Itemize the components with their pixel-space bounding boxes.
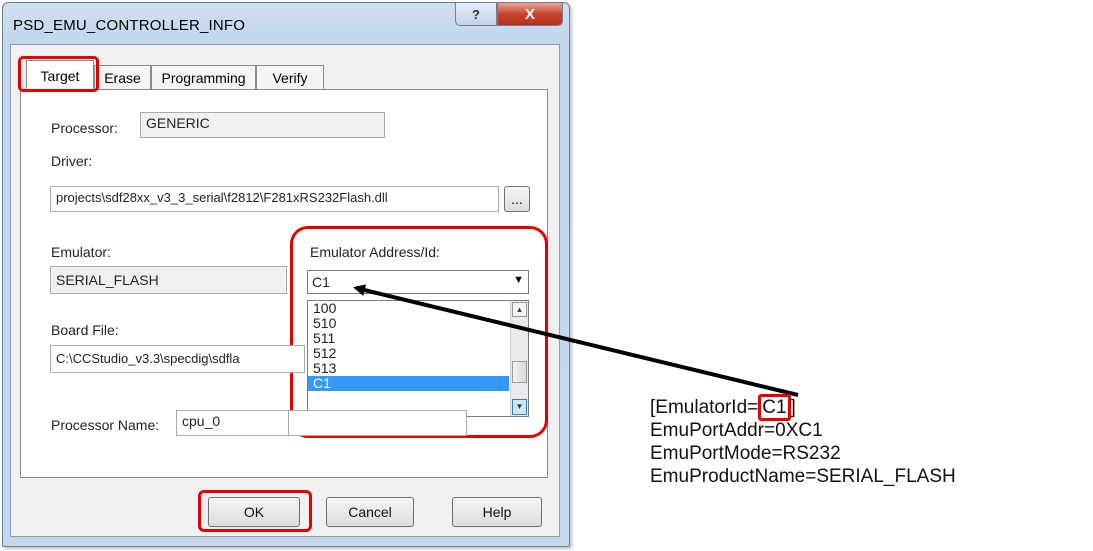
annotation-emulator-id: C1: [758, 394, 791, 421]
annotation-text: [EmulatorId= C1] EmuPortAddr=0XC1 EmuPort…: [650, 394, 956, 488]
annotation-line-3: EmuPortMode=RS232: [650, 443, 841, 464]
annotation-line-4: EmuProductName=SERIAL_FLASH: [650, 466, 956, 487]
tab-target-highlight: [18, 56, 99, 92]
annotation-suffix: ]: [790, 397, 796, 418]
annotation-prefix: [EmulatorId=: [650, 397, 759, 418]
annotation-line-2: EmuPortAddr=0XC1: [650, 420, 823, 441]
annotation-line-1: [EmulatorId= C1]: [650, 394, 956, 421]
